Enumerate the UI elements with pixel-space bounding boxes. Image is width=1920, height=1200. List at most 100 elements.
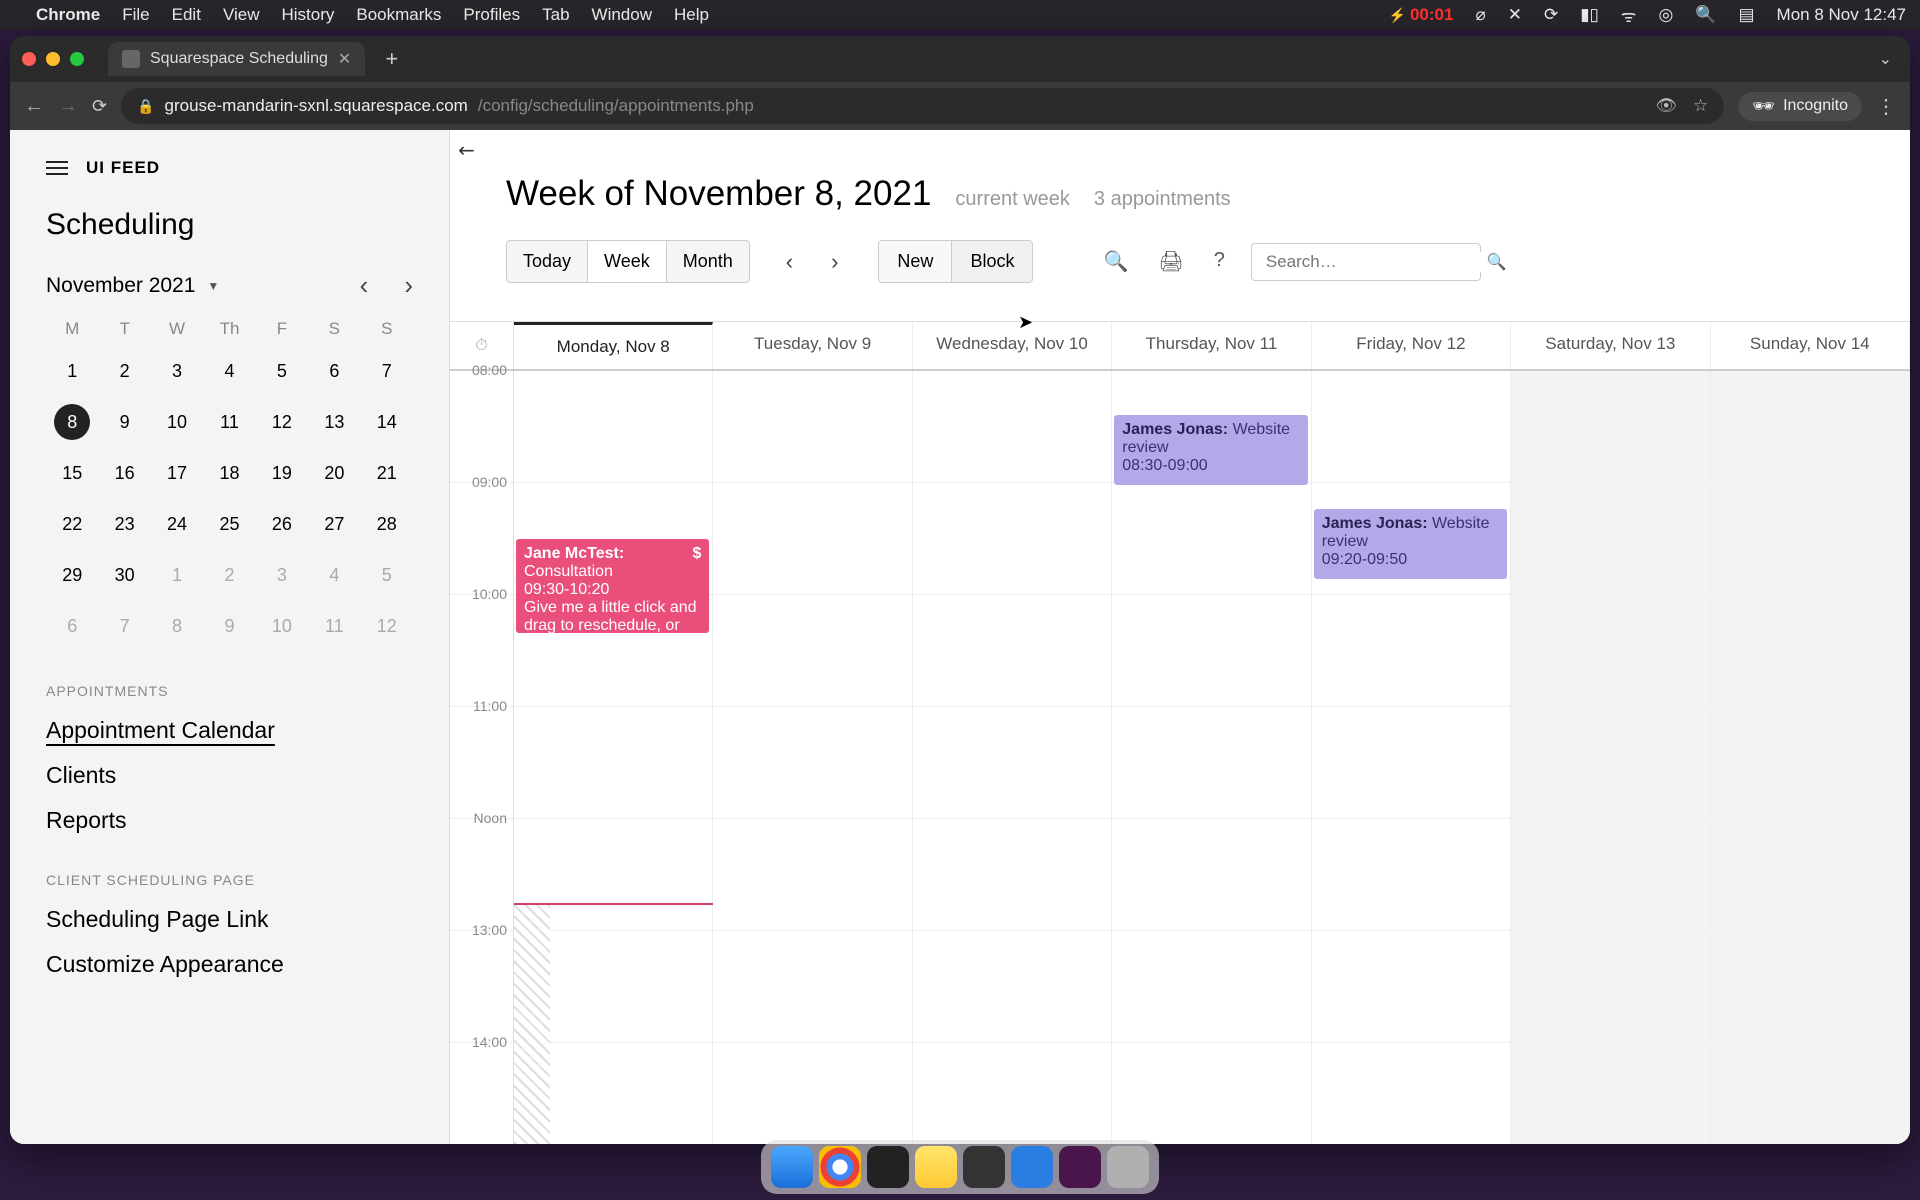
menu-window[interactable]: Window	[592, 5, 652, 25]
prev-week-button[interactable]: ‹	[776, 243, 803, 281]
spotlight-icon[interactable]: 🔍	[1695, 5, 1716, 25]
battery-status[interactable]: ⚡00:01	[1389, 5, 1454, 25]
mini-cal-day[interactable]: 6	[46, 608, 98, 645]
mini-cal-day[interactable]: 7	[98, 608, 150, 645]
mini-cal-day[interactable]: 5	[256, 353, 308, 390]
mini-cal-day[interactable]: 7	[361, 353, 413, 390]
search-field[interactable]: 🔍	[1251, 243, 1481, 281]
new-tab-button[interactable]: +	[375, 46, 408, 72]
window-minimize-button[interactable]	[46, 52, 60, 66]
mini-cal-day[interactable]: 5	[361, 557, 413, 594]
mini-cal-day[interactable]: 1	[151, 557, 203, 594]
zoom-icon[interactable]: 🔍	[1103, 249, 1128, 274]
mini-cal-day[interactable]: 9	[203, 608, 255, 645]
mini-cal-day[interactable]: 30	[98, 557, 150, 594]
mini-cal-day[interactable]: 9	[98, 404, 150, 441]
calendar-event[interactable]: James Jonas: Website review09:20-09:50	[1314, 509, 1507, 579]
view-today-button[interactable]: Today	[506, 240, 588, 283]
sidebar-item-reports[interactable]: Reports	[46, 807, 413, 834]
nav-back-button[interactable]: ←	[24, 95, 44, 118]
mini-cal-day[interactable]: 18	[203, 455, 255, 492]
menu-help[interactable]: Help	[674, 5, 709, 25]
mini-cal-day[interactable]: 27	[308, 506, 360, 543]
dock-notes[interactable]	[915, 1146, 957, 1188]
menu-profiles[interactable]: Profiles	[463, 5, 520, 25]
mini-cal-day[interactable]: 10	[151, 404, 203, 441]
window-close-button[interactable]	[22, 52, 36, 66]
dock-trash[interactable]	[1107, 1146, 1149, 1188]
mini-cal-day[interactable]: 6	[308, 353, 360, 390]
calendar-event[interactable]: Jane McTest: Consultation09:30-10:20Give…	[516, 539, 709, 633]
day-column[interactable]	[1511, 371, 1710, 1144]
sidebar-item-clients[interactable]: Clients	[46, 762, 413, 789]
mini-cal-day[interactable]: 15	[46, 455, 98, 492]
bookmark-star-icon[interactable]: ☆	[1693, 96, 1708, 116]
mini-cal-day[interactable]: 4	[203, 353, 255, 390]
wifi-icon[interactable]: ᯤ	[1621, 4, 1637, 27]
day-column[interactable]	[1312, 371, 1511, 1144]
month-label[interactable]: November 2021	[46, 274, 195, 298]
calendar-event[interactable]: James Jonas: Website review08:30-09:00	[1114, 415, 1307, 485]
mini-cal-day[interactable]: 2	[98, 353, 150, 390]
mini-cal-day[interactable]: 17	[151, 455, 203, 492]
print-icon[interactable]: 🖨	[1158, 249, 1183, 274]
dock-chrome[interactable]	[819, 1146, 861, 1188]
mini-cal-day[interactable]: 22	[46, 506, 98, 543]
mini-cal-day[interactable]: 24	[151, 506, 203, 543]
mini-cal-day[interactable]: 26	[256, 506, 308, 543]
new-button[interactable]: New	[878, 240, 952, 283]
mini-cal-day[interactable]: 28	[361, 506, 413, 543]
mini-cal-day[interactable]: 10	[256, 608, 308, 645]
day-column[interactable]	[913, 371, 1112, 1144]
tool-icon[interactable]: ✕	[1508, 5, 1522, 25]
day-column[interactable]	[1711, 371, 1910, 1144]
view-week-button[interactable]: Week	[588, 240, 667, 283]
tab-overflow-icon[interactable]: ⌄	[1879, 49, 1910, 69]
mini-cal-day[interactable]: 4	[308, 557, 360, 594]
mini-cal-day[interactable]: 12	[361, 608, 413, 645]
mini-cal-day[interactable]: 13	[308, 404, 360, 441]
mini-cal-day[interactable]: 29	[46, 557, 98, 594]
window-maximize-button[interactable]	[70, 52, 84, 66]
prev-month-button[interactable]: ‹	[360, 270, 369, 301]
sidebar-item-appointment-calendar[interactable]: Appointment Calendar	[46, 717, 413, 744]
mini-cal-day[interactable]: 12	[256, 404, 308, 441]
search-input[interactable]	[1266, 252, 1487, 272]
help-icon[interactable]: ?	[1214, 249, 1225, 274]
dock-preview[interactable]	[1011, 1146, 1053, 1188]
eye-off-icon[interactable]: 👁	[1655, 96, 1677, 116]
mini-cal-day[interactable]: 20	[308, 455, 360, 492]
tab-close-icon[interactable]: ✕	[338, 49, 351, 69]
day-column[interactable]	[1112, 371, 1311, 1144]
dock-finder[interactable]	[771, 1146, 813, 1188]
sync-icon[interactable]: ⟳	[1544, 5, 1558, 25]
mini-cal-day[interactable]: 8	[54, 404, 90, 440]
block-button[interactable]: Block	[952, 240, 1033, 283]
mini-cal-day[interactable]: 8	[151, 608, 203, 645]
nav-forward-button[interactable]: →	[58, 95, 78, 118]
menubar-app-name[interactable]: Chrome	[36, 5, 100, 25]
menu-file[interactable]: File	[122, 5, 149, 25]
mini-cal-day[interactable]: 14	[361, 404, 413, 441]
mini-cal-day[interactable]: 21	[361, 455, 413, 492]
mini-cal-day[interactable]: 25	[203, 506, 255, 543]
menu-history[interactable]: History	[281, 5, 334, 25]
dock-app[interactable]	[963, 1146, 1005, 1188]
view-month-button[interactable]: Month	[667, 240, 750, 283]
address-bar[interactable]: 🔒 grouse-mandarin-sxnl.squarespace.com/c…	[121, 88, 1724, 124]
menubar-clock[interactable]: Mon 8 Nov 12:47	[1777, 5, 1906, 25]
menu-bookmarks[interactable]: Bookmarks	[356, 5, 441, 25]
next-month-button[interactable]: ›	[404, 270, 413, 301]
mini-cal-day[interactable]: 3	[151, 353, 203, 390]
mini-cal-day[interactable]: 16	[98, 455, 150, 492]
mini-cal-day[interactable]: 11	[308, 608, 360, 645]
browser-tab[interactable]: Squarespace Scheduling ✕	[108, 42, 365, 76]
menu-edit[interactable]: Edit	[172, 5, 201, 25]
mini-cal-day[interactable]: 23	[98, 506, 150, 543]
sidebar-item-page-link[interactable]: Scheduling Page Link	[46, 906, 413, 933]
siri-icon[interactable]: ▤	[1738, 5, 1754, 25]
battery-icon[interactable]: ▮▯	[1580, 5, 1599, 25]
menu-view[interactable]: View	[223, 5, 260, 25]
next-week-button[interactable]: ›	[821, 243, 848, 281]
dock-app2[interactable]	[1059, 1146, 1101, 1188]
